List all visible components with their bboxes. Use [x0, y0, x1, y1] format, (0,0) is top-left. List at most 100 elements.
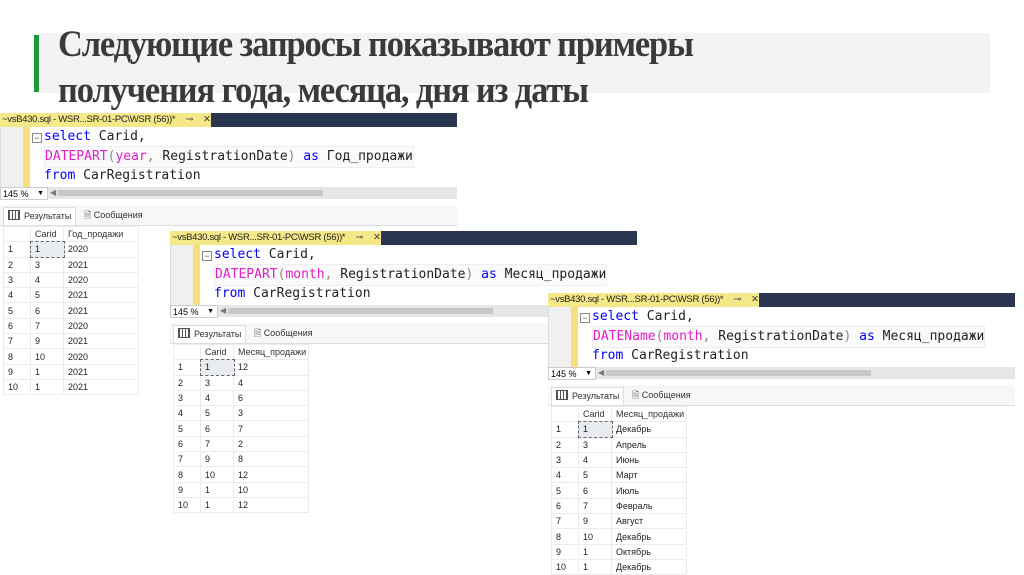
cell[interactable]: Декабрь: [611, 421, 687, 438]
zoom-select[interactable]: 145 % ▼: [548, 367, 596, 380]
tab-messages[interactable]: 🗎 Сообщения: [628, 387, 695, 404]
table-row[interactable]: 1 1 Декабрь: [551, 420, 687, 439]
cell[interactable]: Апрель: [611, 436, 687, 453]
cell[interactable]: 1: [200, 496, 234, 514]
table-row[interactable]: 8 10 12: [173, 466, 309, 483]
cell[interactable]: 9: [30, 333, 64, 350]
table-row[interactable]: 1 1 2020: [3, 240, 139, 259]
cell[interactable]: Июль: [611, 482, 687, 499]
cell[interactable]: 2021: [63, 363, 139, 380]
table-row[interactable]: 1 1 12: [173, 358, 309, 377]
cell[interactable]: 2021: [63, 302, 139, 319]
cell[interactable]: 4: [233, 374, 309, 391]
table-row[interactable]: 2 3 Апрель: [551, 436, 687, 453]
row-number[interactable]: 7: [3, 333, 31, 350]
horizontal-scrollbar[interactable]: [606, 370, 871, 376]
cell[interactable]: 12: [233, 496, 309, 514]
cell[interactable]: Июнь: [611, 451, 687, 469]
close-icon[interactable]: ✕: [751, 294, 759, 305]
row-number[interactable]: 8: [173, 466, 201, 483]
row-number[interactable]: 1: [3, 241, 31, 258]
table-row[interactable]: 6 7 Февраль: [551, 497, 687, 515]
cell[interactable]: 9: [200, 451, 234, 468]
cell[interactable]: 8: [233, 451, 309, 468]
cell[interactable]: 2: [233, 435, 309, 453]
document-tab[interactable]: ~vsB430.sql - WSR...SR-01-PC\WSR (56))* ⊸…: [0, 113, 211, 127]
collapse-icon[interactable]: −: [32, 133, 42, 143]
cell[interactable]: 6: [200, 420, 234, 437]
cell[interactable]: 6: [30, 302, 64, 319]
cell[interactable]: 5: [30, 287, 64, 304]
column-header[interactable]: Год_продажи: [63, 225, 139, 243]
cell[interactable]: Декабрь: [611, 528, 687, 545]
cell[interactable]: 2020: [63, 241, 139, 258]
cell[interactable]: 1: [578, 558, 612, 575]
row-number[interactable]: 1: [551, 421, 579, 438]
tab-messages[interactable]: 🗎 Сообщения: [250, 325, 317, 342]
table-row[interactable]: 672: [173, 435, 309, 453]
row-number[interactable]: 9: [3, 363, 31, 380]
cell[interactable]: Февраль: [611, 497, 687, 515]
cell[interactable]: 3: [30, 256, 64, 273]
cell[interactable]: 1: [30, 378, 64, 396]
horizontal-scrollbar[interactable]: [58, 190, 323, 196]
cell[interactable]: 10: [200, 466, 234, 483]
row-number[interactable]: 4: [3, 287, 31, 304]
cell[interactable]: 5: [578, 467, 612, 484]
row-number[interactable]: 5: [3, 302, 31, 319]
row-number[interactable]: 4: [173, 405, 201, 422]
cell[interactable]: 3: [233, 405, 309, 422]
row-number[interactable]: 7: [551, 513, 579, 530]
row-number[interactable]: 9: [173, 481, 201, 498]
cell[interactable]: 2021: [63, 256, 139, 273]
table-row[interactable]: 8 10 Декабрь: [551, 528, 687, 545]
cell[interactable]: 10: [30, 348, 64, 365]
cell[interactable]: 7: [200, 435, 234, 453]
cell[interactable]: 1: [578, 543, 612, 560]
cell[interactable]: 7: [578, 497, 612, 515]
horizontal-scrollbar[interactable]: [228, 308, 493, 314]
column-header[interactable]: Месяц_продажи: [233, 343, 309, 361]
cell[interactable]: 1: [30, 363, 64, 380]
row-number[interactable]: 3: [551, 451, 579, 469]
cell[interactable]: 4: [578, 451, 612, 469]
pin-icon[interactable]: ⊸: [355, 232, 363, 243]
cell[interactable]: 3: [578, 436, 612, 453]
pin-icon[interactable]: ⊸: [185, 114, 193, 125]
cell[interactable]: 1: [577, 420, 613, 439]
column-header[interactable]: Carid: [200, 343, 234, 361]
cell[interactable]: 10: [578, 528, 612, 545]
cell[interactable]: 2021: [63, 287, 139, 304]
sql-editor[interactable]: − select Carid, DATEPART(year, Registratio…: [0, 127, 457, 187]
cell[interactable]: Март: [611, 467, 687, 484]
column-header[interactable]: Carid: [578, 405, 612, 423]
row-number[interactable]: 10: [551, 558, 579, 575]
collapse-icon[interactable]: −: [580, 313, 590, 323]
row-number[interactable]: 2: [551, 436, 579, 453]
row-number[interactable]: 9: [551, 543, 579, 560]
cell[interactable]: 12: [233, 466, 309, 483]
table-row[interactable]: 9 1 2021: [3, 363, 139, 380]
row-number[interactable]: 7: [173, 451, 201, 468]
table-row[interactable]: 453: [173, 405, 309, 422]
row-number[interactable]: 6: [551, 497, 579, 515]
table-row[interactable]: 9 1 Октябрь: [551, 543, 687, 560]
row-number[interactable]: 5: [173, 420, 201, 437]
table-row[interactable]: 2 3 2021: [3, 256, 139, 273]
table-row[interactable]: 5 6 Июль: [551, 482, 687, 499]
table-row[interactable]: 4 5 Март: [551, 467, 687, 484]
row-number[interactable]: 3: [173, 389, 201, 407]
pin-icon[interactable]: ⊸: [733, 294, 741, 305]
results-grid[interactable]: Carid Год_продажи 1 1 2020 2 3 2021 3 4 2020 4 5 2021…: [3, 225, 139, 396]
column-header[interactable]: [551, 405, 579, 423]
row-number[interactable]: 10: [3, 378, 31, 396]
document-tab[interactable]: ~vsB430.sql - WSR...SR-01-PC\WSR (56))* ⊸…: [548, 293, 759, 307]
table-row[interactable]: 10 1 12: [173, 496, 309, 514]
cell[interactable]: 1: [200, 481, 234, 498]
cell[interactable]: Октябрь: [611, 543, 687, 560]
row-number[interactable]: 5: [551, 482, 579, 499]
row-number[interactable]: 8: [3, 348, 31, 365]
zoom-select[interactable]: 145 % ▼: [170, 305, 218, 318]
collapse-icon[interactable]: −: [202, 251, 212, 261]
close-icon[interactable]: ✕: [373, 232, 381, 243]
